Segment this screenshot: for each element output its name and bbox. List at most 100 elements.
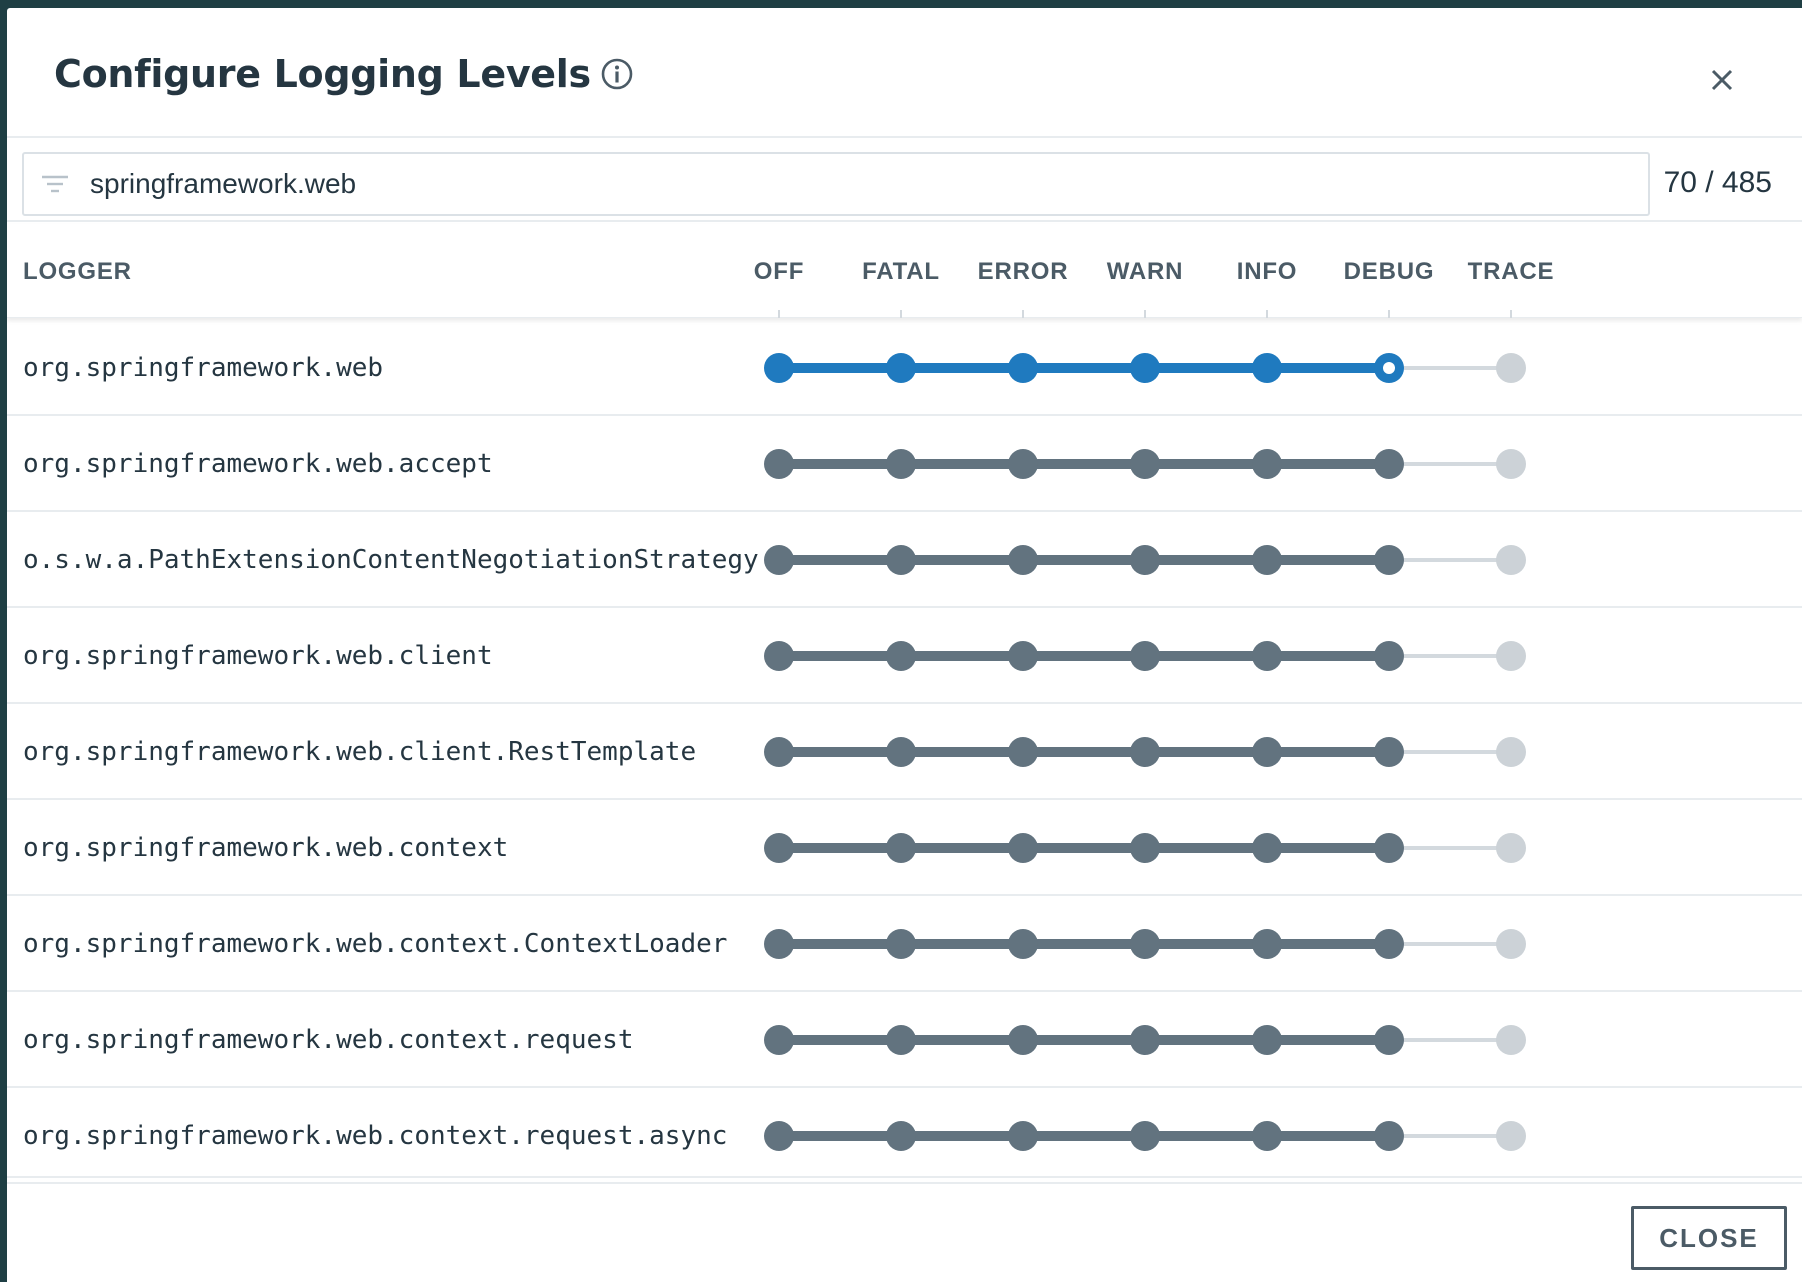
slider-track-fill (779, 747, 1389, 757)
level-option-warn[interactable] (1130, 929, 1160, 959)
level-option-error[interactable] (1008, 833, 1038, 863)
level-option-debug[interactable] (1374, 1121, 1404, 1151)
level-slider[interactable] (7, 800, 1802, 896)
level-option-warn[interactable] (1130, 545, 1160, 575)
level-header-off: OFF (753, 258, 805, 285)
level-option-error[interactable] (1008, 449, 1038, 479)
slider-track-fill (779, 1131, 1389, 1141)
level-option-debug[interactable] (1374, 929, 1404, 959)
level-option-debug[interactable] (1374, 353, 1404, 383)
level-option-info[interactable] (1252, 1121, 1282, 1151)
logger-row: org.springframework.web.context.request.… (7, 1088, 1802, 1184)
level-option-fatal[interactable] (886, 1025, 916, 1055)
level-slider[interactable] (7, 992, 1802, 1088)
level-slider[interactable] (7, 1088, 1802, 1184)
logger-row: org.springframework.web.accept (7, 416, 1802, 512)
level-option-error[interactable] (1008, 1025, 1038, 1055)
level-option-debug[interactable] (1374, 449, 1404, 479)
dialog-header: Configure Logging Levels (7, 8, 1802, 138)
level-option-error[interactable] (1008, 737, 1038, 767)
level-option-trace[interactable] (1496, 833, 1526, 863)
level-slider[interactable] (7, 704, 1802, 800)
level-option-fatal[interactable] (886, 833, 916, 863)
level-option-debug[interactable] (1374, 1025, 1404, 1055)
level-option-debug[interactable] (1374, 641, 1404, 671)
level-option-off[interactable] (764, 929, 794, 959)
level-option-warn[interactable] (1130, 641, 1160, 671)
slider-track-fill (779, 939, 1389, 949)
modal-backdrop (0, 0, 7, 1282)
level-option-fatal[interactable] (886, 929, 916, 959)
level-option-trace[interactable] (1496, 353, 1526, 383)
level-option-fatal[interactable] (886, 353, 916, 383)
level-option-fatal[interactable] (886, 641, 916, 671)
logger-filter-input[interactable] (90, 159, 1590, 209)
level-option-fatal[interactable] (886, 449, 916, 479)
slider-track-fill (779, 459, 1389, 469)
level-option-trace[interactable] (1496, 929, 1526, 959)
level-option-trace[interactable] (1496, 449, 1526, 479)
logger-row: o.s.w.a.PathExtensionContentNegotiationS… (7, 512, 1802, 608)
level-slider[interactable] (7, 320, 1802, 416)
filter-icon (40, 169, 70, 199)
logger-table-body: org.springframework.web org.springframewo… (7, 320, 1802, 1184)
level-option-error[interactable] (1008, 353, 1038, 383)
level-header-fatal: FATAL (862, 258, 940, 285)
level-option-error[interactable] (1008, 1121, 1038, 1151)
level-option-info[interactable] (1252, 929, 1282, 959)
level-header-info: INFO (1236, 258, 1298, 285)
dialog-footer: CLOSE (7, 1176, 1802, 1282)
logger-row: org.springframework.web.client.RestTempl… (7, 704, 1802, 800)
level-slider[interactable] (7, 416, 1802, 512)
level-option-off[interactable] (764, 737, 794, 767)
level-slider[interactable] (7, 512, 1802, 608)
level-option-off[interactable] (764, 449, 794, 479)
level-option-off[interactable] (764, 1025, 794, 1055)
level-slider[interactable] (7, 896, 1802, 992)
close-button[interactable]: CLOSE (1631, 1206, 1787, 1270)
level-option-debug[interactable] (1374, 833, 1404, 863)
filter-bar: 70 / 485 (7, 144, 1802, 222)
level-option-off[interactable] (764, 545, 794, 575)
close-icon[interactable] (1700, 58, 1744, 102)
level-option-off[interactable] (764, 1121, 794, 1151)
level-option-warn[interactable] (1130, 1121, 1160, 1151)
level-option-warn[interactable] (1130, 449, 1160, 479)
logger-row: org.springframework.web.context.ContextL… (7, 896, 1802, 992)
level-option-info[interactable] (1252, 737, 1282, 767)
level-option-off[interactable] (764, 833, 794, 863)
level-option-fatal[interactable] (886, 1121, 916, 1151)
level-option-warn[interactable] (1130, 833, 1160, 863)
level-option-info[interactable] (1252, 833, 1282, 863)
filter-input-box[interactable] (22, 152, 1650, 216)
level-option-error[interactable] (1008, 929, 1038, 959)
level-tick (1388, 310, 1390, 318)
level-option-off[interactable] (764, 353, 794, 383)
info-icon[interactable] (599, 56, 635, 92)
level-option-info[interactable] (1252, 641, 1282, 671)
level-option-warn[interactable] (1130, 737, 1160, 767)
level-option-trace[interactable] (1496, 545, 1526, 575)
level-option-fatal[interactable] (886, 545, 916, 575)
level-option-trace[interactable] (1496, 1025, 1526, 1055)
level-option-info[interactable] (1252, 545, 1282, 575)
level-header-trace: TRACE (1467, 258, 1555, 285)
level-option-info[interactable] (1252, 1025, 1282, 1055)
level-option-warn[interactable] (1130, 1025, 1160, 1055)
logger-row: org.springframework.web.context.request (7, 992, 1802, 1088)
level-slider[interactable] (7, 608, 1802, 704)
level-header-error: ERROR (977, 258, 1069, 285)
level-option-warn[interactable] (1130, 353, 1160, 383)
level-option-info[interactable] (1252, 353, 1282, 383)
level-option-fatal[interactable] (886, 737, 916, 767)
level-option-debug[interactable] (1374, 737, 1404, 767)
level-option-error[interactable] (1008, 641, 1038, 671)
logger-table-header: LOGGER OFF FATAL ERROR WARN INFO DEBUG TRACE (7, 224, 1802, 318)
level-option-trace[interactable] (1496, 641, 1526, 671)
level-option-info[interactable] (1252, 449, 1282, 479)
level-option-debug[interactable] (1374, 545, 1404, 575)
level-option-trace[interactable] (1496, 737, 1526, 767)
level-option-error[interactable] (1008, 545, 1038, 575)
level-option-trace[interactable] (1496, 1121, 1526, 1151)
level-option-off[interactable] (764, 641, 794, 671)
